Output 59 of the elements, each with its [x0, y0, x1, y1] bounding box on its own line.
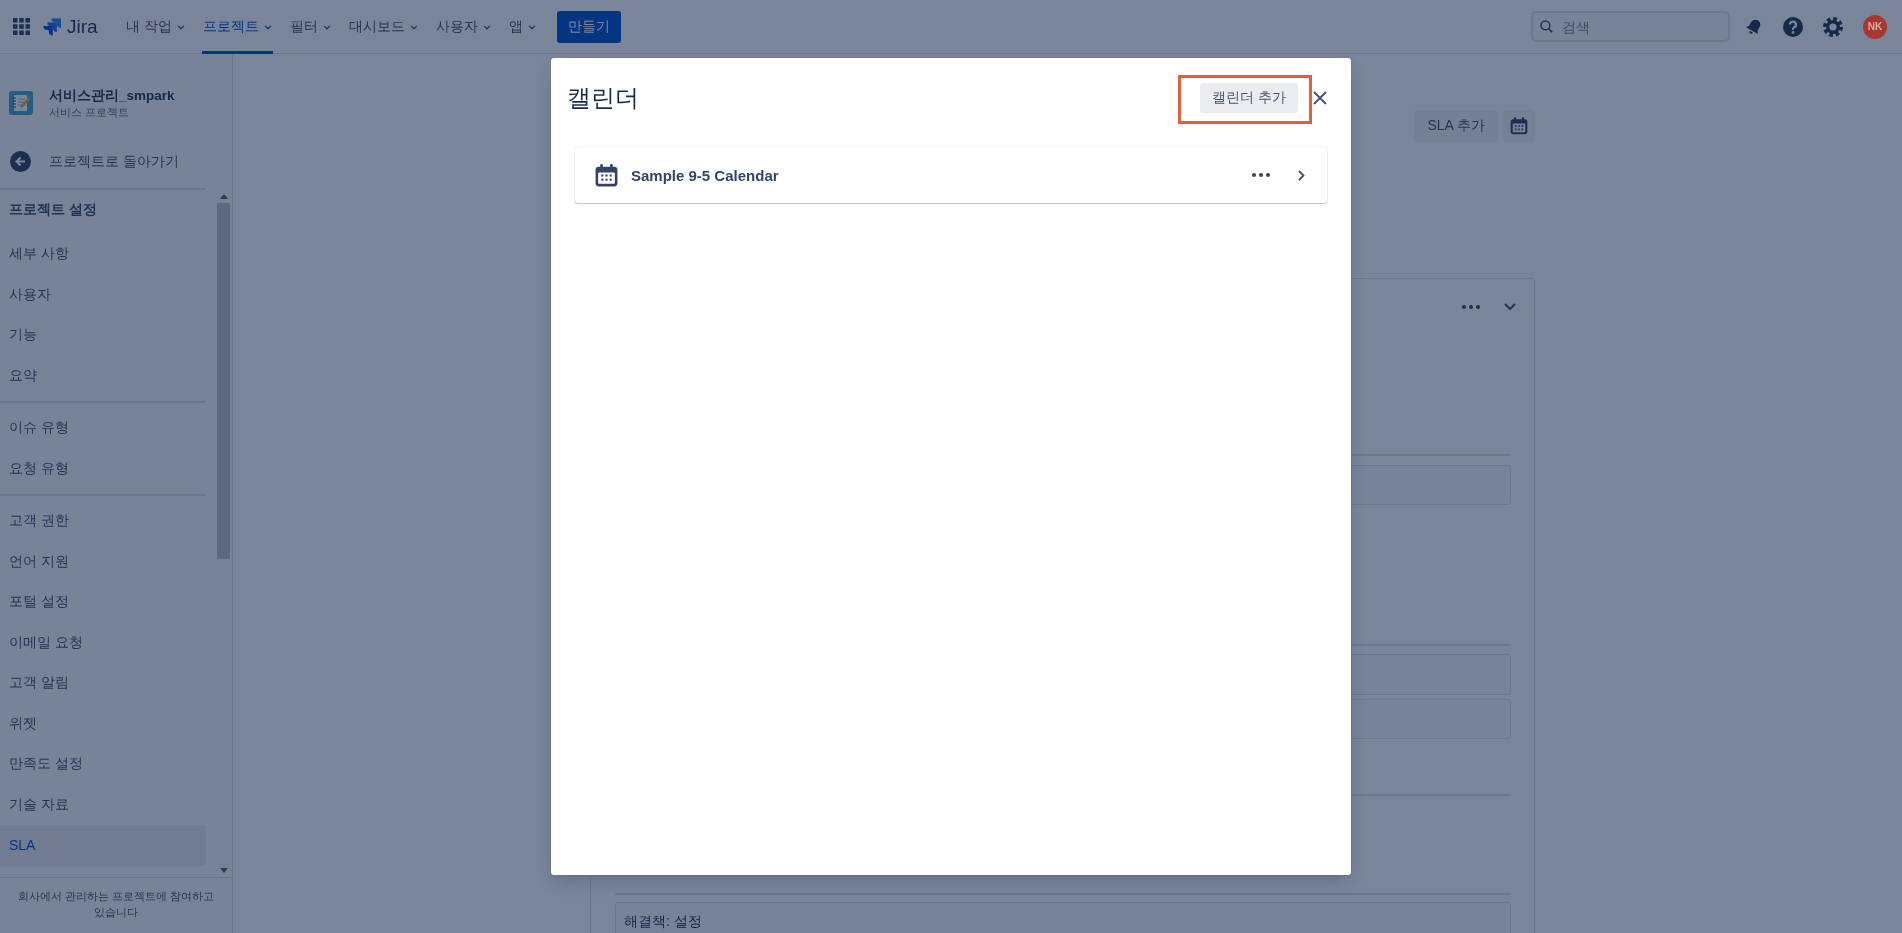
add-calendar-button[interactable]: 캘린더 추가	[1200, 83, 1298, 113]
sidebar-item[interactable]: 위젯	[0, 703, 206, 744]
bell-icon[interactable]	[1745, 17, 1763, 36]
project-name[interactable]: 서비스관리_smpark	[49, 87, 175, 105]
sidebar-item[interactable]: SLA	[0, 825, 206, 866]
more-icon[interactable]	[1252, 173, 1270, 177]
add-sla-button[interactable]: SLA 추가	[1414, 110, 1498, 142]
sidebar-item[interactable]: 기능	[0, 315, 206, 356]
calendar-name: Sample 9-5 Calendar	[631, 166, 780, 184]
create-button[interactable]: 만들기	[556, 10, 621, 43]
chevron-down-icon	[527, 24, 536, 30]
sidebar-item[interactable]: 요약	[0, 355, 206, 396]
scroll-up-icon[interactable]	[219, 194, 228, 199]
nav-menu[interactable]: 대시보드	[347, 0, 419, 54]
scrollbar-thumb[interactable]	[217, 203, 230, 559]
calendar-button[interactable]	[1503, 110, 1535, 142]
section-title: 프로젝트 설정	[8, 200, 98, 219]
calendar-icon	[1509, 116, 1529, 136]
notepad-icon	[9, 91, 33, 115]
chevron-down-icon[interactable]	[1504, 303, 1516, 311]
product-name: Jira	[67, 15, 98, 38]
scroll-down-icon[interactable]	[219, 868, 228, 873]
sidebar-item[interactable]: 만족도 설정	[0, 744, 206, 785]
sidebar-item[interactable]: 포털 설정	[0, 582, 206, 623]
sidebar-item[interactable]: 사용자	[0, 274, 206, 315]
chevron-right-icon[interactable]	[1298, 169, 1305, 181]
project-type: 서비스 프로젝트	[49, 105, 131, 119]
nav-menu[interactable]: 사용자	[434, 0, 492, 54]
avatar[interactable]: NK	[1863, 14, 1887, 39]
logo-icon[interactable]	[43, 17, 61, 36]
sidebar-item[interactable]: 이메일 요청	[0, 622, 206, 663]
dialog-title: 캘린더	[567, 83, 639, 113]
back-link[interactable]: 프로젝트로 돌아가기	[0, 151, 232, 172]
help-icon[interactable]	[1783, 16, 1803, 37]
sidebar-item[interactable]: 기술 자료	[0, 784, 206, 825]
sidebar-item[interactable]: 언어 지원	[0, 541, 206, 582]
search-field[interactable]: 검색	[1531, 11, 1730, 42]
search-icon	[1540, 20, 1553, 33]
calendar-row[interactable]: Sample 9-5 Calendar	[575, 147, 1327, 203]
nav-menu[interactable]: 필터	[288, 0, 332, 54]
app-grid-icon[interactable]	[13, 18, 30, 35]
chevron-down-icon	[482, 24, 491, 30]
nav-menu[interactable]: 내 작업	[124, 0, 186, 54]
nav-menu[interactable]: 앱	[507, 0, 537, 54]
chevron-down-icon	[263, 24, 272, 30]
chevron-down-icon	[176, 24, 185, 30]
sidebar-item[interactable]: 고객 권한	[0, 501, 206, 542]
chevron-down-icon	[409, 24, 418, 30]
gear-icon[interactable]	[1823, 16, 1843, 37]
sidebar-item[interactable]: 요청 유형	[0, 448, 206, 489]
calendar-icon	[594, 162, 619, 188]
sidebar-item[interactable]: 세부 사항	[0, 234, 206, 275]
close-icon	[1313, 91, 1327, 105]
footer-note: 회사에서 관리하는 프로젝트에 참여하고 있습니다	[0, 877, 232, 933]
close-button[interactable]	[1312, 90, 1328, 106]
chevron-down-icon	[322, 24, 331, 30]
sidebar-item[interactable]: 고객 알림	[0, 663, 206, 704]
condition-row[interactable]: 해결책: 설정	[615, 902, 1511, 933]
sidebar-item[interactable]: 이슈 유형	[0, 408, 206, 449]
